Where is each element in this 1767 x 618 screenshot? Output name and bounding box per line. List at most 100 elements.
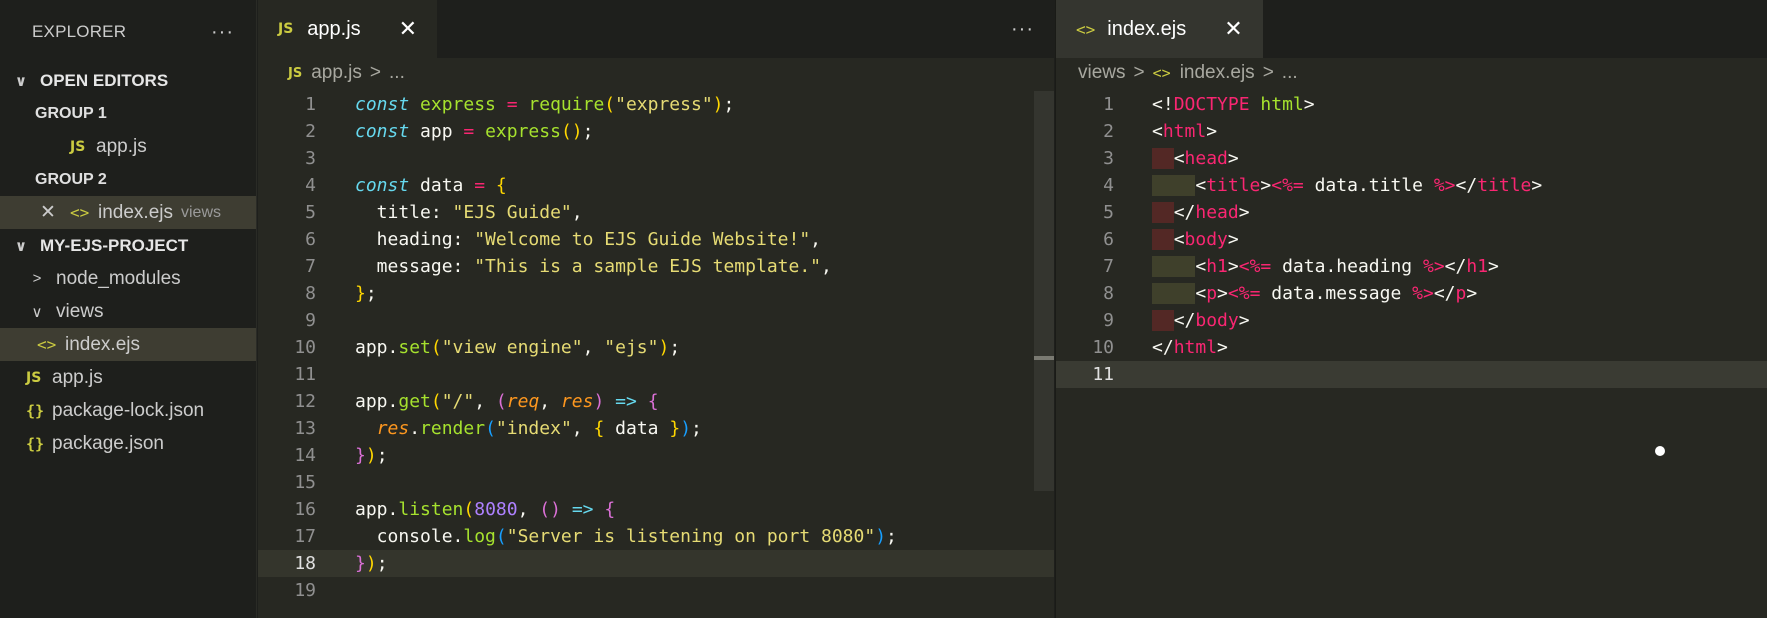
code-line-current: 11 <box>1056 361 1767 388</box>
tree-item-label: node_modules <box>56 267 181 289</box>
code-line: 5 </head> <box>1103 202 1250 223</box>
code-line: 12 app.get("/", (req, res) => { <box>294 391 659 412</box>
group-1-label: GROUP 1 <box>35 104 107 122</box>
chevron-right-icon: > <box>32 270 42 287</box>
tree-item-package-json[interactable]: {} package.json <box>0 427 256 460</box>
code-line: 10 app.set("view engine", "ejs"); <box>294 337 681 358</box>
open-editor-app-js[interactable]: JS app.js <box>0 130 256 163</box>
code-line: 5 title: "EJS Guide", <box>305 202 583 223</box>
json-file-icon: {} <box>26 434 45 453</box>
project-label: MY-EJS-PROJECT <box>40 235 189 255</box>
tree-item-package-lock-json[interactable]: {} package-lock.json <box>0 394 256 427</box>
code-line: 1 const express = require("express"); <box>305 94 735 115</box>
vertical-scrollbar[interactable] <box>1034 91 1054 491</box>
js-file-icon: JS <box>26 369 42 386</box>
ejs-file-icon: <> <box>37 335 57 354</box>
tab-bar: JS app.js ✕ ··· <box>258 0 1054 58</box>
code-line: 1 <!DOCTYPE html> <box>1103 94 1315 115</box>
open-editor-label: app.js <box>96 135 147 157</box>
ejs-file-icon: <> <box>1152 64 1171 82</box>
code-line: 11 <box>294 364 316 385</box>
code-line: 6 heading: "Welcome to EJS Guide Website… <box>305 229 822 250</box>
group-2-label: GROUP 2 <box>35 170 107 188</box>
code-line: 3 <box>305 148 316 169</box>
code-line: 10 </html> <box>1092 337 1228 358</box>
tree-item-label: views <box>56 300 104 322</box>
chevron-right-icon: > <box>1262 62 1274 83</box>
open-editor-index-ejs[interactable]: ✕ <> index.ejs views <box>0 196 256 229</box>
chevron-down-icon: ∨ <box>14 72 28 90</box>
code-line: 14}); <box>294 445 388 466</box>
explorer-more-icon[interactable]: ··· <box>211 21 234 44</box>
tree-item-label: index.ejs <box>65 333 140 355</box>
code-line: 8}; <box>305 283 377 304</box>
tree-item-views[interactable]: ∨ views <box>0 295 256 328</box>
code-editor[interactable]: 1 <!DOCTYPE html> 2 <html> 3 <head> 4 <tit… <box>1056 91 1767 618</box>
code-line: 13 res.render("index", { data }); <box>294 418 702 439</box>
js-file-icon: JS <box>278 21 294 37</box>
js-file-icon: JS <box>288 65 303 81</box>
code-line: 19 <box>294 580 316 601</box>
breadcrumb-rest[interactable]: ... <box>389 62 405 84</box>
ejs-file-icon: <> <box>1076 19 1096 39</box>
js-file-icon: JS <box>70 138 86 155</box>
breadcrumb-file[interactable]: index.ejs <box>1180 62 1255 84</box>
chevron-right-icon: > <box>369 62 382 83</box>
code-line: 3 <head> <box>1103 148 1239 169</box>
code-editor[interactable]: 1 const express = require("express"); 2 co… <box>258 91 1054 618</box>
explorer-title: EXPLORER <box>32 22 127 41</box>
explorer-header: EXPLORER ··· <box>0 0 256 64</box>
tab-label: index.ejs <box>1107 17 1187 40</box>
breadcrumb-folder[interactable]: views <box>1078 62 1126 84</box>
chevron-down-icon: ∨ <box>14 237 28 255</box>
open-editor-folder: views <box>181 203 222 221</box>
open-editors-label: OPEN EDITORS <box>40 70 169 90</box>
code-line: 2 <html> <box>1103 121 1218 142</box>
tab-label: app.js <box>307 17 361 40</box>
code-line: 9 <box>305 310 316 331</box>
open-editor-label: index.ejs <box>98 201 173 223</box>
close-icon[interactable]: ✕ <box>40 201 62 224</box>
editor-group-right: <> index.ejs ✕ views > <> index.ejs > ..… <box>1055 0 1767 618</box>
tab-app-js[interactable]: JS app.js ✕ <box>258 0 438 58</box>
tree-item-index-ejs[interactable]: <> index.ejs <box>0 328 256 361</box>
code-line: 7 message: "This is a sample EJS templat… <box>305 256 832 277</box>
code-line: 4 <title><%= data.title %></title> <box>1103 175 1543 196</box>
tree-item-app-js[interactable]: JS app.js <box>0 361 256 394</box>
open-editors-group-2[interactable]: GROUP 2 <box>0 163 256 196</box>
code-line: 6 <body> <box>1103 229 1239 250</box>
explorer-sidebar: EXPLORER ··· ∨ OPEN EDITORS GROUP 1 JS a… <box>0 0 257 618</box>
json-file-icon: {} <box>26 401 45 420</box>
code-line: 8 <p><%= data.message %></p> <box>1103 283 1478 304</box>
code-line-current: 18}); <box>258 550 1054 577</box>
tab-bar: <> index.ejs ✕ <box>1056 0 1767 58</box>
open-editors-section[interactable]: ∨ OPEN EDITORS <box>0 64 256 97</box>
code-line: 7 <h1><%= data.heading %></h1> <box>1103 256 1499 277</box>
open-editors-group-1[interactable]: GROUP 1 <box>0 97 256 130</box>
chevron-right-icon: > <box>1133 62 1145 83</box>
tree-item-label: package-lock.json <box>52 399 205 421</box>
project-section[interactable]: ∨ MY-EJS-PROJECT <box>0 229 256 262</box>
editor-more-icon[interactable]: ··· <box>1011 18 1034 41</box>
code-line: 2 const app = express(); <box>305 121 594 142</box>
close-icon[interactable]: ✕ <box>399 16 417 42</box>
code-line: 4 const data = { <box>305 175 507 196</box>
breadcrumb: JS app.js > ... <box>258 58 1054 88</box>
cursor-dot <box>1655 446 1665 456</box>
breadcrumb: views > <> index.ejs > ... <box>1056 58 1767 88</box>
scrollbar-thumb[interactable] <box>1034 356 1054 360</box>
breadcrumb-file[interactable]: app.js <box>311 62 362 84</box>
tab-index-ejs[interactable]: <> index.ejs ✕ <box>1056 0 1263 58</box>
tree-item-label: app.js <box>52 366 103 388</box>
code-line: 17 console.log("Server is listening on p… <box>294 526 897 547</box>
breadcrumb-rest[interactable]: ... <box>1282 62 1298 84</box>
code-line: 16 app.listen(8080, () => { <box>294 499 616 520</box>
editor-group-left: JS app.js ✕ ··· JS app.js > ... 1 const e… <box>258 0 1054 618</box>
tree-item-node-modules[interactable]: > node_modules <box>0 262 256 295</box>
tree-item-label: package.json <box>52 432 164 454</box>
close-icon[interactable]: ✕ <box>1224 16 1242 42</box>
code-line: 15 <box>294 472 316 493</box>
code-line: 9 </body> <box>1103 310 1250 331</box>
chevron-down-icon: ∨ <box>31 303 43 321</box>
ejs-file-icon: <> <box>70 203 90 222</box>
